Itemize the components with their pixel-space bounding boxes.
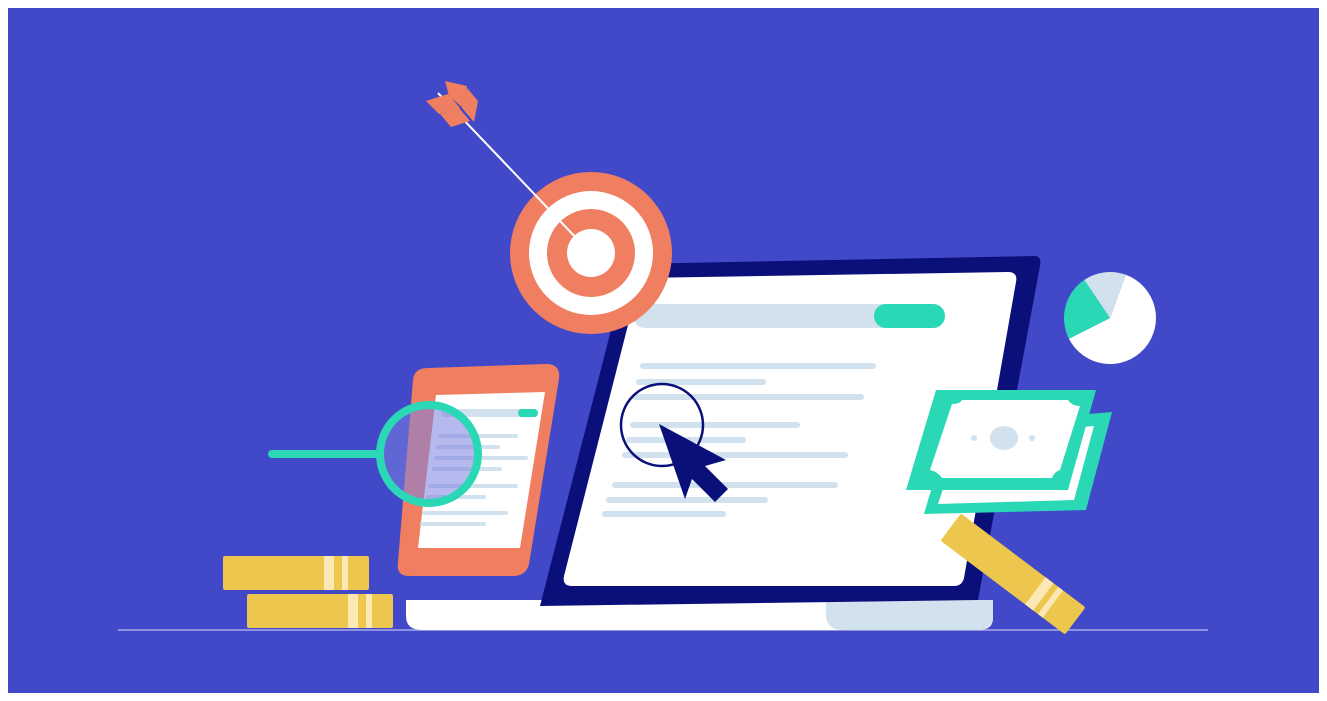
text-line xyxy=(632,394,864,400)
text-line xyxy=(606,497,768,503)
banknotes-icon xyxy=(906,390,1112,514)
text-line xyxy=(640,363,876,369)
gold-bar-stripe xyxy=(366,594,372,628)
illustration-canvas xyxy=(8,8,1319,693)
phone-search-button xyxy=(518,409,538,417)
text-line xyxy=(622,452,848,458)
hero-illustration xyxy=(8,8,1319,693)
banknote-dot xyxy=(1029,435,1035,441)
banknote-seal xyxy=(990,426,1018,450)
text-line xyxy=(420,522,486,526)
banknote-dot xyxy=(971,435,977,441)
laptop-base-shade xyxy=(826,600,993,630)
gold-bar-stripe xyxy=(324,556,334,590)
text-line xyxy=(422,511,508,515)
gold-bar-stripe xyxy=(348,594,358,628)
text-line xyxy=(630,422,800,428)
search-button xyxy=(874,304,945,328)
target-icon xyxy=(510,172,672,334)
text-line xyxy=(602,511,726,517)
gold-bar-stripe xyxy=(342,556,348,590)
pie-chart-icon xyxy=(1064,272,1157,365)
